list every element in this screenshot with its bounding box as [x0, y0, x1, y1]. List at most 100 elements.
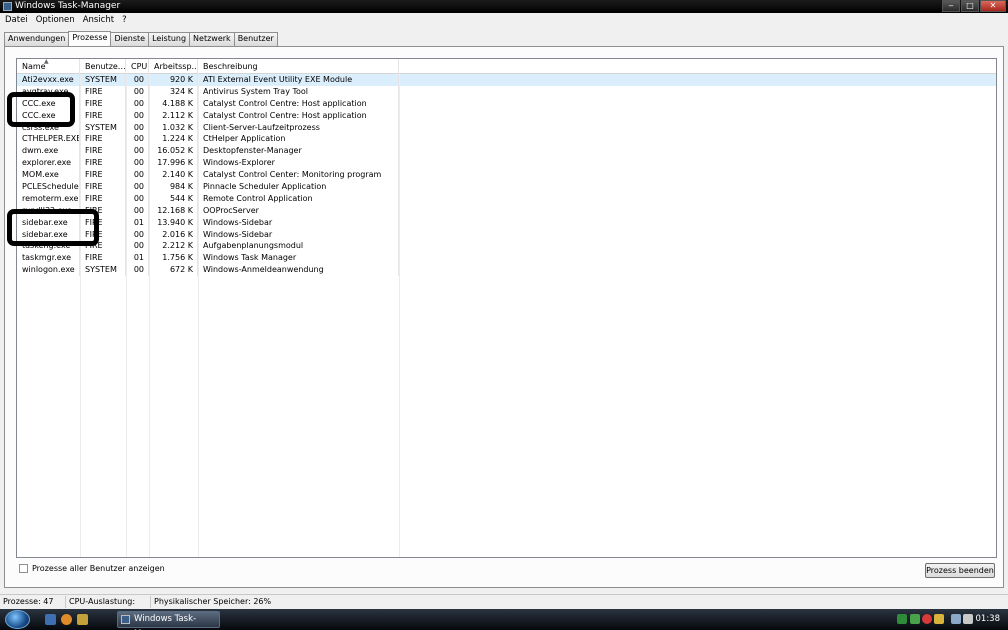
- process-user-cell: FIRE: [80, 145, 126, 158]
- process-row[interactable]: explorer.exe FIRE 00 17.996 K Windows-Explor…: [17, 157, 996, 170]
- process-row[interactable]: MOM.exe FIRE 00 2.140 K Catalyst Control Cen…: [17, 169, 996, 182]
- process-description-cell: Remote Control Application: [198, 192, 399, 205]
- maximize-button[interactable]: □: [961, 0, 979, 12]
- process-row[interactable]: rundll32.exe FIRE 00 12.168 K OOProcServer: [17, 204, 996, 217]
- column-header-cpu[interactable]: CPU: [126, 59, 149, 74]
- start-button[interactable]: [5, 610, 30, 629]
- process-row[interactable]: PCLESchedule…FIRE00984 KPinnacle Schedul…: [17, 181, 996, 193]
- process-cpu-cell: 00: [126, 181, 149, 193]
- tray-connection-icon[interactable]: [951, 614, 961, 624]
- process-row[interactable]: CCC.exe FIRE 00 4.188 K Catalyst Control Cen…: [17, 97, 996, 110]
- process-memory-cell: 16.052 K: [149, 145, 198, 158]
- show-all-users-option[interactable]: Prozesse aller Benutzer anzeigen: [19, 564, 165, 573]
- tab-anwendungen[interactable]: Anwendungen: [4, 32, 70, 46]
- process-description-cell: Catalyst Control Centre: Host applicatio…: [198, 109, 399, 122]
- process-memory-cell: 920 K: [149, 74, 198, 86]
- taskbar: Windows Task-Man… 01:38: [0, 609, 1008, 630]
- process-row[interactable]: winlogon.exe SYSTEM 00 672 K Windows-Anmelde…: [17, 264, 996, 277]
- row-filler: [399, 133, 996, 145]
- tab-prozesse[interactable]: Prozesse: [68, 31, 112, 46]
- menu-optionen[interactable]: Optionen: [33, 13, 78, 28]
- process-row[interactable]: sidebar.exe FIRE 01 13.940 K Windows-Sidebar: [17, 216, 996, 229]
- process-user-cell: SYSTEM: [80, 264, 126, 277]
- menu-ansicht[interactable]: Ansicht: [80, 13, 117, 28]
- status-process-count: Prozesse: 47: [0, 596, 66, 608]
- column-header-user[interactable]: Benutze…: [80, 59, 126, 74]
- process-user-cell: FIRE: [80, 204, 126, 217]
- process-row[interactable]: taskeng.exe FIRE 00 2.212 K Aufgabenplanungs…: [17, 240, 996, 253]
- tab-netzwerk[interactable]: Netzwerk: [189, 32, 235, 46]
- process-name-cell: rundll32.exe: [17, 204, 80, 217]
- row-filler: [399, 240, 996, 252]
- process-row[interactable]: remoterm.exe FIRE 00 544 K Remote Control Ap…: [17, 192, 996, 205]
- process-memory-cell: 12.168 K: [149, 204, 198, 217]
- process-name-cell: CCC.exe: [17, 109, 80, 122]
- process-row[interactable]: taskmgr.exe FIRE 01 1.756 K Windows Task Man…: [17, 252, 996, 265]
- process-name-cell: explorer.exe: [17, 157, 80, 170]
- column-header-name[interactable]: ▲ Name: [17, 59, 80, 74]
- tray-antivirus-icon[interactable]: [922, 614, 932, 624]
- process-cpu-cell: 01: [126, 216, 149, 229]
- process-row[interactable]: CCC.exe FIRE 00 2.112 K Catalyst Control Cen…: [17, 109, 996, 122]
- process-user-cell: FIRE: [80, 216, 126, 229]
- switch-windows-icon[interactable]: [77, 614, 88, 625]
- menu-bar: Datei Optionen Ansicht ?: [0, 13, 1008, 28]
- menu-help[interactable]: ?: [119, 13, 130, 28]
- process-row[interactable]: csrss.exe SYSTEM 00 1.032 K Client-Server-La…: [17, 121, 996, 134]
- tray-security-icon[interactable]: [934, 614, 944, 624]
- show-all-users-checkbox[interactable]: [19, 564, 28, 573]
- row-filler: [399, 229, 996, 241]
- process-name-cell: csrss.exe: [17, 121, 80, 134]
- firefox-icon[interactable]: [61, 614, 72, 625]
- process-name-cell: CCC.exe: [17, 97, 80, 110]
- column-header-description[interactable]: Beschreibung: [198, 59, 399, 74]
- process-description-cell: Antivirus System Tray Tool: [198, 85, 399, 98]
- process-name-cell: MOM.exe: [17, 169, 80, 182]
- system-tray: 01:38: [893, 611, 1008, 628]
- process-cpu-cell: 00: [126, 97, 149, 110]
- process-user-cell: FIRE: [80, 181, 126, 193]
- tray-network-icon[interactable]: [897, 614, 907, 624]
- taskmanager-app-icon: [3, 2, 12, 11]
- tab-dienste[interactable]: Dienste: [110, 32, 150, 46]
- process-cpu-cell: 00: [126, 145, 149, 158]
- row-filler: [399, 205, 996, 217]
- process-row[interactable]: CTHELPER.EXE FIRE 00 1.224 K CtHelper Applic…: [17, 133, 996, 146]
- column-divider: [80, 74, 81, 557]
- close-button[interactable]: ✕: [980, 0, 1006, 12]
- column-header-name-label: Name: [22, 62, 46, 71]
- menu-datei[interactable]: Datei: [2, 13, 31, 28]
- process-memory-cell: 1.756 K: [149, 252, 198, 265]
- tab-benutzer[interactable]: Benutzer: [233, 32, 278, 46]
- process-cpu-cell: 00: [126, 192, 149, 205]
- row-filler: [399, 157, 996, 169]
- end-process-button[interactable]: Prozess beenden: [925, 563, 995, 578]
- process-description-cell: Windows-Anmeldeanwendung: [198, 264, 399, 277]
- process-list[interactable]: ▲ Name Benutze… CPU Arbeitssp… Beschreib…: [16, 58, 997, 558]
- taskmanager-app-icon: [121, 615, 130, 624]
- tray-volume-icon[interactable]: [963, 614, 973, 624]
- process-user-cell: FIRE: [80, 133, 126, 146]
- process-description-cell: ATI External Event Utility EXE Module: [198, 74, 399, 86]
- row-filler: [399, 217, 996, 229]
- process-name-cell: avgtray.exe: [17, 85, 80, 98]
- process-row[interactable]: avgtray.exe FIRE 00 324 K Antivirus System T…: [17, 85, 996, 98]
- process-row[interactable]: Ati2evxx.exe SYSTEM 00 920 K ATI External Ev…: [17, 74, 996, 86]
- show-all-users-label: Prozesse aller Benutzer anzeigen: [32, 564, 165, 573]
- process-name-cell: taskeng.exe: [17, 240, 80, 253]
- process-row[interactable]: sidebar.exe FIRE 00 2.016 K Windows-Sidebar: [17, 228, 996, 241]
- minimize-button[interactable]: ‒: [942, 0, 960, 12]
- taskbar-task-manager-button[interactable]: Windows Task-Man…: [117, 611, 220, 630]
- process-row[interactable]: dwm.exe FIRE 00 16.052 K Desktopfenster-Mana…: [17, 145, 996, 158]
- title-bar: Windows Task-Manager ‒ □ ✕: [0, 0, 1008, 13]
- show-desktop-icon[interactable]: [45, 614, 56, 625]
- column-header-memory[interactable]: Arbeitssp…: [149, 59, 198, 74]
- tray-shield-icon[interactable]: [910, 614, 920, 624]
- tab-leistung[interactable]: Leistung: [148, 32, 191, 46]
- taskbar-clock[interactable]: 01:38: [976, 611, 1001, 628]
- process-user-cell: FIRE: [80, 85, 126, 98]
- column-divider: [399, 74, 400, 557]
- process-cpu-cell: 00: [126, 85, 149, 98]
- process-description-cell: Aufgabenplanungsmodul: [198, 240, 399, 253]
- process-memory-cell: 2.140 K: [149, 169, 198, 182]
